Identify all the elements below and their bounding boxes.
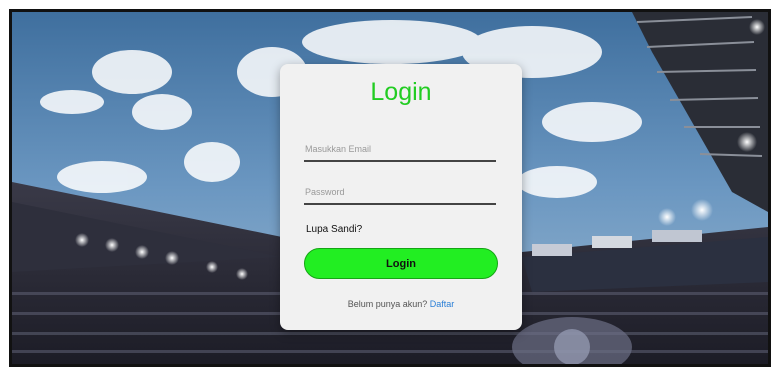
forgot-password-link[interactable]: Lupa Sandi? <box>306 224 362 235</box>
password-field-container <box>304 181 496 205</box>
signup-prompt: Belum punya akun? Daftar <box>280 299 522 309</box>
signup-link[interactable]: Daftar <box>430 299 455 309</box>
signup-prompt-text: Belum punya akun? <box>347 299 428 309</box>
app-frame: Login Lupa Sandi? Login Belum punya akun… <box>9 9 771 367</box>
email-input[interactable] <box>304 138 496 162</box>
password-input[interactable] <box>304 181 496 205</box>
login-card: Login Lupa Sandi? Login Belum punya akun… <box>280 64 522 330</box>
login-button[interactable]: Login <box>304 248 498 279</box>
login-title: Login <box>370 78 432 106</box>
email-field-container <box>304 138 496 162</box>
